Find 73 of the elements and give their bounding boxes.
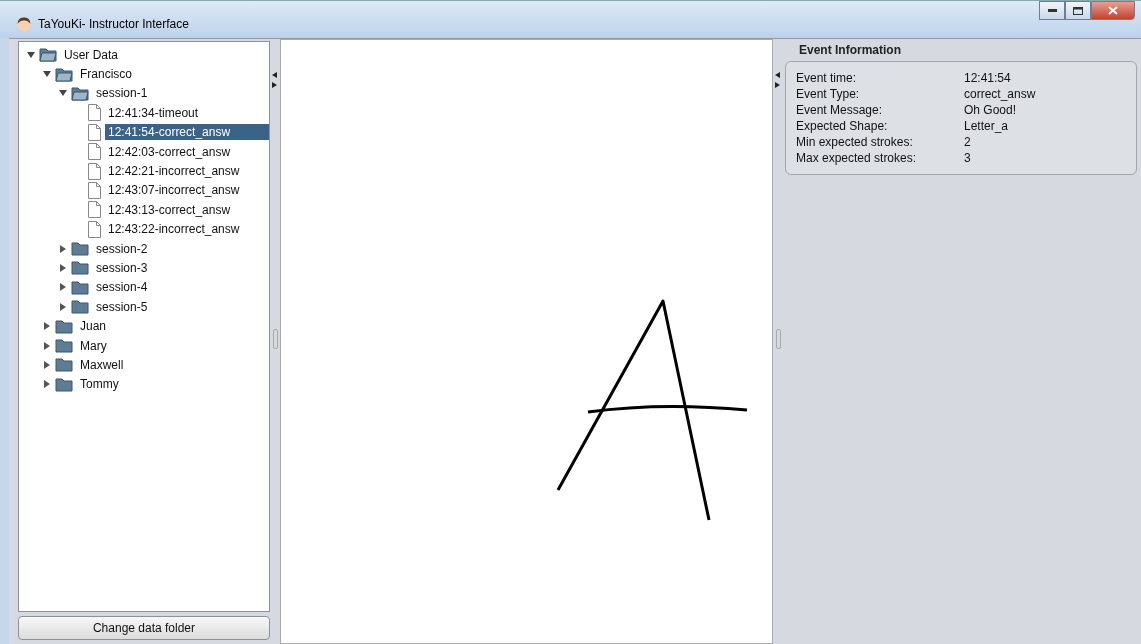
document-icon <box>87 123 101 141</box>
folder-icon <box>39 47 57 63</box>
field-value: Oh Good! <box>964 102 1018 118</box>
expand-arrow-icon[interactable] <box>59 283 67 292</box>
tree-item[interactable]: session-2 <box>93 240 151 257</box>
field-label: Max expected strokes: <box>796 150 918 166</box>
tree-item[interactable]: Maxwell <box>77 356 127 373</box>
document-icon <box>87 201 101 219</box>
splitter-grip[interactable] <box>273 329 278 349</box>
tree-item[interactable]: Francisco <box>77 66 135 83</box>
window-title: TaYouKi- Instructor Interface <box>38 16 189 31</box>
folder-icon <box>71 279 89 295</box>
splitter-arrows-icon[interactable] <box>775 72 780 88</box>
tree-item[interactable]: 12:42:03-correct_answ <box>105 143 234 160</box>
field-label: Expected Shape: <box>796 118 889 134</box>
field-label: Min expected strokes: <box>796 134 914 150</box>
field-value: Letter_a <box>964 118 1010 134</box>
tree-item[interactable]: 12:42:21-incorrect_answ <box>105 163 243 180</box>
field-label: Event Type: <box>796 86 861 102</box>
maximize-icon <box>1073 6 1083 15</box>
change-data-folder-button[interactable]: Change data folder <box>18 616 270 640</box>
expand-arrow-icon[interactable] <box>59 89 67 98</box>
expand-arrow-icon[interactable] <box>43 70 51 79</box>
tree-item[interactable]: session-4 <box>93 279 151 296</box>
tree-item[interactable]: Mary <box>77 337 110 354</box>
folder-icon <box>55 318 73 334</box>
field-value: correct_answ <box>964 86 1037 102</box>
field-label: Event Message: <box>796 102 884 118</box>
expand-arrow-icon[interactable] <box>43 380 51 389</box>
tree-item[interactable]: 12:43:07-incorrect_answ <box>105 182 243 199</box>
folder-icon <box>71 299 89 315</box>
tree-item[interactable]: session-5 <box>93 298 151 315</box>
folder-icon <box>55 66 73 82</box>
folder-icon <box>55 338 73 354</box>
document-icon <box>87 162 101 180</box>
folder-icon <box>55 376 73 392</box>
tree-item[interactable]: 12:43:13-correct_answ <box>105 201 234 218</box>
tree-item[interactable]: 12:43:22-incorrect_answ <box>105 221 243 238</box>
field-value: 2 <box>964 134 972 150</box>
app-icon <box>16 15 32 32</box>
expand-arrow-icon[interactable] <box>43 341 51 350</box>
expand-arrow-icon[interactable] <box>59 302 67 311</box>
minimize-button[interactable] <box>1039 1 1065 20</box>
folder-icon <box>71 241 89 257</box>
tree-item[interactable]: Juan <box>77 318 110 335</box>
close-button[interactable] <box>1091 1 1135 20</box>
folder-icon <box>71 260 89 276</box>
minimize-icon <box>1047 9 1057 12</box>
field-value: 3 <box>964 150 972 166</box>
close-icon <box>1108 6 1118 15</box>
splitter-grip[interactable] <box>776 329 781 349</box>
document-icon <box>87 104 101 122</box>
tree-item[interactable]: Tommy <box>77 376 122 393</box>
tree-item[interactable]: User Data <box>61 46 122 63</box>
maximize-button[interactable] <box>1065 1 1091 20</box>
splitter-arrows-icon[interactable] <box>272 72 277 88</box>
expand-arrow-icon[interactable] <box>43 360 51 369</box>
expand-arrow-icon[interactable] <box>59 264 67 272</box>
tree-item[interactable]: session-3 <box>93 260 151 276</box>
expand-arrow-icon[interactable] <box>43 322 51 331</box>
tree-item[interactable]: 12:41:54-correct_answ <box>105 124 269 141</box>
expand-arrow-icon[interactable] <box>27 50 35 59</box>
panel-title: Event Information <box>798 43 902 59</box>
expand-arrow-icon[interactable] <box>59 244 67 253</box>
field-label: Event time: <box>796 70 858 86</box>
document-icon <box>87 220 101 238</box>
folder-icon <box>71 85 89 101</box>
folder-icon <box>55 357 73 373</box>
tree-item[interactable]: 12:41:34-timeout <box>105 104 202 121</box>
field-value: 12:41:54 <box>964 70 1012 86</box>
tree-item[interactable]: session-1 <box>93 85 151 102</box>
document-icon <box>87 143 101 161</box>
document-icon <box>87 181 101 199</box>
